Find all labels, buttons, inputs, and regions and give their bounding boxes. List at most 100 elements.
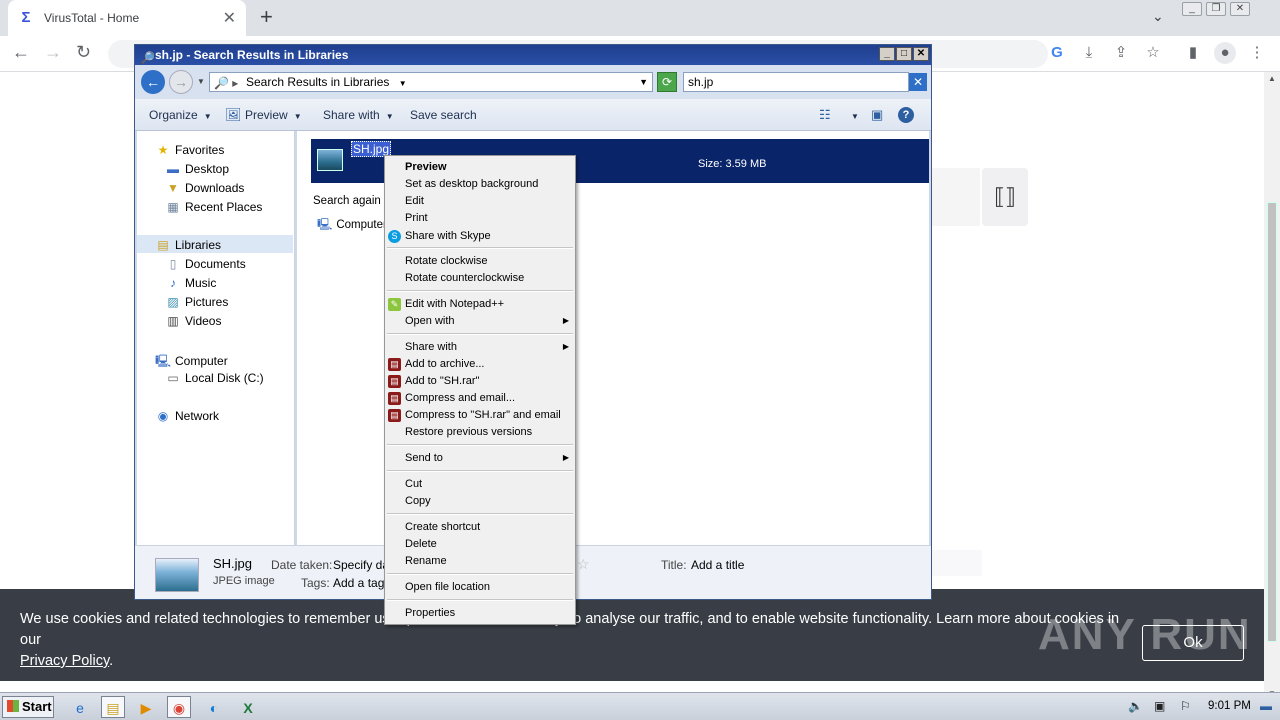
scroll-up-icon[interactable]: ▲: [1268, 74, 1276, 83]
explorer-maximize-button[interactable]: □: [896, 47, 912, 61]
title-value[interactable]: Add a title: [691, 558, 744, 572]
menu-preview[interactable]: Preview: [405, 159, 447, 175]
rating-star-icon[interactable]: ☆: [577, 556, 590, 573]
file-explorer-icon[interactable]: ▤: [101, 696, 125, 718]
nav-favorites[interactable]: ★ Favorites: [155, 143, 225, 157]
menu-rotate-clockwise[interactable]: Rotate clockwise: [405, 253, 488, 269]
sidebar-icon[interactable]: ▮: [1182, 42, 1204, 64]
menu-print[interactable]: Print: [405, 210, 428, 226]
chrome-icon[interactable]: ◉: [167, 696, 191, 718]
download-icon[interactable]: ⤓: [1078, 42, 1100, 64]
menu-set-desktop-background[interactable]: Set as desktop background: [405, 176, 538, 192]
menu-open-with[interactable]: Open with: [405, 313, 455, 329]
action-center-flag-icon[interactable]: ⚐: [1180, 699, 1191, 713]
nav-computer[interactable]: 🖳 Computer: [155, 352, 228, 373]
nav-recent-places[interactable]: ▦ Recent Places: [165, 200, 262, 214]
menu-add-to-rar[interactable]: Add to "SH.rar": [405, 373, 479, 389]
search-computer-option[interactable]: 🖳 Computer: [317, 217, 387, 236]
google-icon[interactable]: G: [1046, 42, 1068, 64]
search-clear-icon[interactable]: ✕: [909, 73, 927, 91]
menu-rotate-counterclockwise[interactable]: Rotate counterclockwise: [405, 270, 524, 286]
breadcrumb-chevron-icon[interactable]: ▼: [399, 79, 407, 88]
media-player-icon[interactable]: ▶: [134, 696, 158, 718]
menu-send-to[interactable]: Send to: [405, 450, 443, 466]
preview-button[interactable]: Preview ▼: [245, 108, 302, 122]
menu-cut[interactable]: Cut: [405, 476, 422, 492]
network-tray-icon[interactable]: ▣: [1154, 699, 1165, 713]
tags-value[interactable]: Add a tag: [333, 576, 384, 590]
star-icon: ★: [157, 143, 169, 157]
tab-close-icon[interactable]: ✕: [223, 8, 236, 28]
edge-icon[interactable]: ◐: [202, 696, 226, 718]
back-arrow-icon[interactable]: ←: [12, 42, 30, 63]
page-bottom: [0, 681, 1264, 692]
explorer-search-input[interactable]: sh.jp: [683, 72, 909, 92]
reload-icon[interactable]: ↻: [76, 42, 91, 63]
explorer-close-button[interactable]: ✕: [913, 47, 929, 61]
menu-compress-rar-email[interactable]: Compress to "SH.rar" and email: [405, 407, 561, 423]
menu-edit-notepadpp[interactable]: Edit with Notepad++: [405, 296, 504, 312]
scrollbar-thumb[interactable]: [1267, 202, 1277, 642]
menu-create-shortcut[interactable]: Create shortcut: [405, 519, 480, 535]
internet-explorer-icon[interactable]: e: [68, 696, 92, 718]
nav-downloads[interactable]: ▼ Downloads: [165, 181, 244, 195]
menu-share-skype[interactable]: Share with Skype: [405, 228, 491, 244]
tab-search-icon[interactable]: ⌄: [1152, 8, 1164, 25]
excel-icon[interactable]: X: [236, 696, 260, 718]
menu-add-to-archive[interactable]: Add to archive...: [405, 356, 485, 372]
bookmark-star-icon[interactable]: ☆: [1142, 42, 1164, 64]
browser-tab-virustotal[interactable]: Σ VirusTotal - Home ✕: [8, 0, 246, 36]
organize-button[interactable]: Organize ▼: [149, 108, 212, 122]
nav-network[interactable]: ◉ Network: [155, 409, 219, 423]
privacy-policy-link[interactable]: Privacy Policy: [20, 653, 109, 669]
nav-documents[interactable]: ▯ Documents: [165, 257, 246, 271]
tags-label: Tags:: [301, 576, 330, 590]
start-button[interactable]: Start: [2, 696, 54, 718]
menu-compress-email[interactable]: Compress and email...: [405, 390, 515, 406]
refresh-icon[interactable]: ⟳: [657, 72, 677, 92]
share-with-button[interactable]: Share with ▼: [323, 108, 394, 122]
volume-icon[interactable]: 🔈: [1128, 699, 1143, 713]
minimize-button[interactable]: _: [1182, 2, 1202, 16]
new-tab-button[interactable]: +: [260, 4, 273, 30]
view-dropdown-icon[interactable]: ▼: [845, 108, 859, 122]
search-folder-icon: 🔎 ▸: [214, 76, 239, 90]
preview-pane-icon[interactable]: ▣: [871, 107, 883, 123]
forward-arrow-icon[interactable]: →: [44, 42, 62, 63]
explorer-address-box[interactable]: 🔎 ▸ Search Results in Libraries ▼ ▼: [209, 72, 653, 92]
address-dropdown-icon[interactable]: ▼: [639, 73, 648, 91]
close-window-button[interactable]: ✕: [1230, 2, 1250, 16]
api-icon[interactable]: ⟦⟧: [982, 168, 1028, 226]
explorer-forward-icon[interactable]: →: [169, 70, 193, 94]
menu-share-with[interactable]: Share with: [405, 339, 457, 355]
profile-icon[interactable]: ●: [1214, 42, 1236, 64]
save-search-button[interactable]: Save search: [410, 108, 477, 122]
taskbar-clock[interactable]: 9:01 PM: [1208, 700, 1251, 712]
nav-libraries[interactable]: ▤ Libraries: [155, 238, 221, 252]
change-view-icon[interactable]: ☷: [819, 107, 831, 123]
restore-button[interactable]: ❐: [1206, 2, 1226, 16]
menu-open-file-location[interactable]: Open file location: [405, 579, 490, 595]
explorer-back-icon[interactable]: ←: [141, 70, 165, 94]
menu-copy[interactable]: Copy: [405, 493, 431, 509]
menu-icon[interactable]: ⋮: [1246, 42, 1268, 64]
explorer-address-row: ← → ▼ 🔎 ▸ Search Results in Libraries ▼ …: [135, 65, 931, 99]
recent-pages-chevron-icon[interactable]: ▼: [197, 77, 205, 86]
menu-separator: [387, 599, 573, 601]
menu-rename[interactable]: Rename: [405, 553, 447, 569]
nav-local-disk[interactable]: ▭ Local Disk (C:): [165, 371, 263, 385]
explorer-titlebar[interactable]: 🔎 sh.jp - Search Results in Libraries _ …: [135, 45, 931, 65]
help-icon[interactable]: ?: [898, 107, 914, 123]
share-icon[interactable]: ⇪: [1110, 42, 1132, 64]
nav-pictures[interactable]: ▨ Pictures: [165, 295, 228, 309]
nav-videos[interactable]: ▥ Videos: [165, 314, 221, 328]
menu-edit[interactable]: Edit: [405, 193, 424, 209]
nav-music[interactable]: ♪ Music: [165, 276, 216, 290]
show-desktop-icon[interactable]: ▬: [1260, 699, 1272, 713]
nav-desktop[interactable]: ▬ Desktop: [165, 162, 229, 176]
menu-delete[interactable]: Delete: [405, 536, 437, 552]
page-scrollbar[interactable]: ▲ ▼: [1264, 72, 1280, 700]
menu-restore-previous-versions[interactable]: Restore previous versions: [405, 424, 532, 440]
menu-properties[interactable]: Properties: [405, 605, 455, 621]
explorer-minimize-button[interactable]: _: [879, 47, 895, 61]
